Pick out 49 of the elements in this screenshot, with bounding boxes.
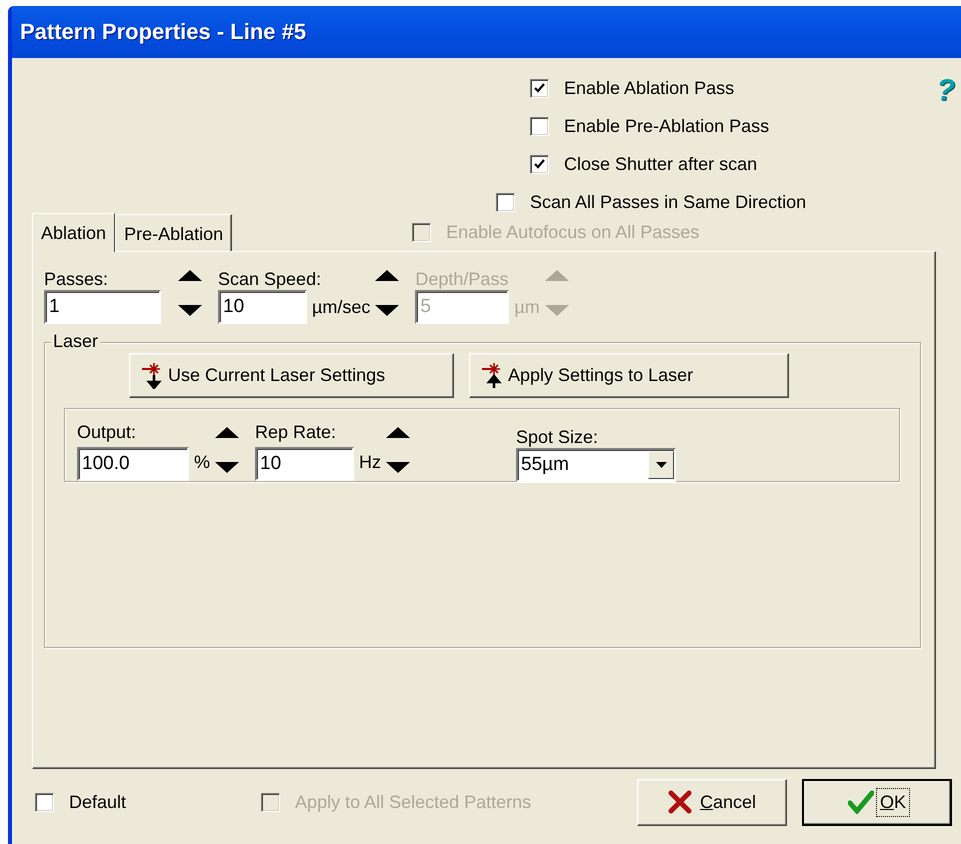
field-label: Rep Rate: [255,421,338,443]
checkbox-label: Scan All Passes in Same Direction [530,192,806,212]
cross-icon [668,790,694,814]
dropdown[interactable]: 55µm [516,448,676,482]
spin-down-icon[interactable] [386,462,410,473]
unit-label: µm/sec [311,296,372,318]
checkbox-label: Apply to All Selected Patterns [295,792,532,812]
laser-button[interactable]: Use Current Laser Settings [129,353,454,398]
tab[interactable]: Pre-Ablation [115,214,232,251]
checkbox[interactable] [530,154,549,174]
checkbox[interactable] [530,78,549,98]
dialog-button[interactable]: Cancel [637,778,787,826]
field-label: Output: [77,421,138,443]
spin-up-icon[interactable] [215,427,240,438]
spin-down-icon[interactable] [178,305,202,316]
checkbox[interactable] [530,116,549,136]
checkbox-label: Close Shutter after scan [564,154,758,174]
spin-down-icon[interactable] [375,305,400,316]
checkmark-icon [533,82,546,94]
checkbox-label: Enable Pre-Ablation Pass [564,116,770,136]
laser-icon [482,362,502,388]
checkbox-label: Enable Ablation Pass [564,78,734,98]
field-label: Depth/Pass [415,268,510,290]
spin-up-icon[interactable] [178,270,202,281]
tab[interactable]: Ablation [32,213,116,252]
checkmark-icon [848,790,874,814]
laser-button[interactable]: Apply Settings to Laser [469,353,789,398]
field-label: Passes: [44,268,110,290]
field-label: Scan Speed: [218,268,322,290]
input-field[interactable]: 100.0 [77,447,189,481]
window-title: Pattern Properties - Line #5 [12,6,961,58]
input-field[interactable]: 1 [44,290,161,324]
input-field[interactable]: 10 [218,290,307,324]
input-field[interactable]: 10 [255,447,354,481]
laser-icon [142,362,162,388]
checkbox-label: Default [69,792,126,812]
spin-down-icon[interactable] [215,462,240,473]
checkbox[interactable] [35,792,54,812]
unit-label: Hz [358,452,382,472]
checkmark-icon [533,158,546,170]
unit-label: % [193,452,212,472]
spin-up-icon[interactable] [375,270,400,281]
unit-label: µm [513,296,541,318]
checkbox[interactable] [496,192,515,212]
checkbox-label: Enable Autofocus on All Passes [446,222,700,243]
dialog-button[interactable]: OK [802,778,952,826]
spin-up-icon[interactable] [386,427,410,438]
dropdown-arrow-icon [656,462,667,468]
field-label: Spot Size: [516,426,600,448]
